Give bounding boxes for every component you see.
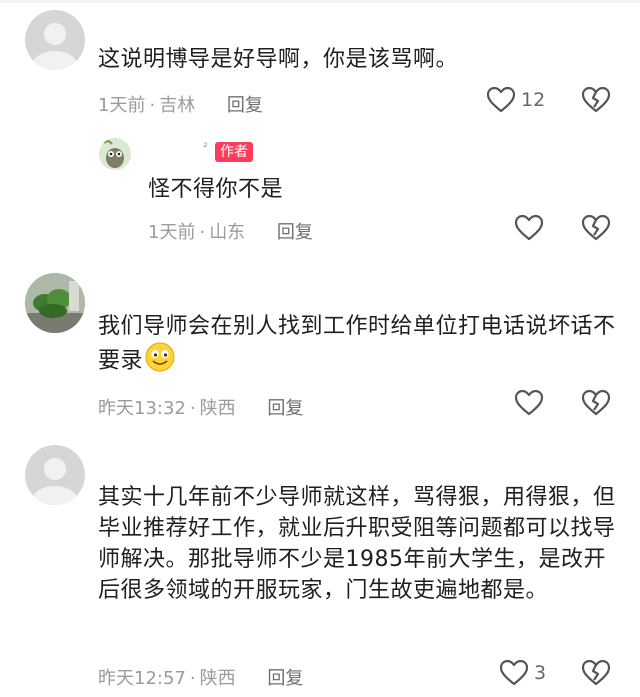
reply-button[interactable]: 回复 (267, 668, 303, 689)
heart-outline-icon (500, 660, 528, 686)
like-count: 3 (534, 662, 547, 684)
like-count: 12 (521, 89, 546, 111)
heart-outline-icon (515, 215, 543, 241)
like-button[interactable]: 3 (500, 660, 546, 686)
avatar[interactable] (99, 138, 131, 170)
comment-text: 这说明博导是好导啊，你是该骂啊。 (98, 47, 459, 72)
comment-item: 这说明博导是好导啊，你是该骂啊。 1天前 · 吉林 回复 12 (0, 0, 640, 130)
reply-button[interactable]: 回复 (227, 95, 263, 116)
like-button[interactable] (515, 390, 543, 416)
comment-location: 吉林 (159, 95, 196, 116)
like-button[interactable] (515, 215, 543, 241)
meta-separator: · (199, 222, 206, 243)
dislike-button[interactable] (581, 86, 611, 117)
meta-separator: · (189, 668, 196, 689)
comment-text-body: 我们导师会在别人找到工作时给单位打电话说坏话不要录 (98, 314, 616, 374)
comment-location: 陕西 (199, 398, 236, 419)
author-badge: 作者 (215, 142, 253, 162)
comment-text: 怪不得你不是 (148, 177, 284, 202)
dislike-button[interactable] (581, 659, 611, 690)
avatar[interactable] (25, 10, 85, 70)
meta-separator: · (149, 95, 156, 116)
comment-text: 我们导师会在别人找到工作时给单位打电话说坏话不要录 (98, 311, 618, 381)
comment-item: 其实十几年前不少导师就这样，骂得狠，用得狠，但毕业推荐好工作，就业后升职受阻等问… (0, 440, 640, 697)
username[interactable]: ² (203, 140, 208, 154)
comment-item: 我们导师会在别人找到工作时给单位打电话说坏话不要录 昨天13:32 · 陕西 回复 (0, 265, 640, 440)
broken-heart-icon (581, 659, 611, 686)
comment-time: 1天前 (148, 222, 196, 243)
comment-meta: 昨天12:57 · 陕西 回复 (98, 664, 303, 690)
dislike-button[interactable] (581, 389, 611, 420)
broken-heart-icon (581, 214, 611, 241)
plant-photo-avatar-icon (25, 273, 85, 333)
cartoon-avatar-icon (99, 138, 131, 170)
avatar[interactable] (25, 445, 85, 505)
like-button[interactable]: 12 (487, 87, 545, 113)
meta-separator: · (189, 398, 196, 419)
comment-meta: 1天前 · 吉林 回复 (98, 91, 263, 117)
reply-button[interactable]: 回复 (277, 222, 313, 243)
comment-time: 昨天12:57 (98, 668, 186, 689)
avatar[interactable] (25, 273, 85, 333)
heart-outline-icon (515, 390, 543, 416)
heart-outline-icon (487, 87, 515, 113)
comment-location: 山东 (209, 222, 246, 243)
comment-time: 昨天13:32 (98, 398, 186, 419)
comment-location: 陕西 (199, 668, 236, 689)
comment-time: 1天前 (98, 95, 146, 116)
smiling-emoji-icon (145, 342, 175, 381)
dislike-button[interactable] (581, 214, 611, 245)
reply-item: ² 作者 怪不得你不是 1天前 · 山东 回复 (0, 130, 640, 260)
comment-meta: 昨天13:32 · 陕西 回复 (98, 394, 303, 420)
broken-heart-icon (581, 389, 611, 416)
comment-meta: 1天前 · 山东 回复 (148, 218, 313, 244)
broken-heart-icon (581, 86, 611, 113)
reply-button[interactable]: 回复 (267, 398, 303, 419)
comment-text: 其实十几年前不少导师就这样，骂得狠，用得狠，但毕业推荐好工作，就业后升职受阻等问… (98, 485, 616, 603)
